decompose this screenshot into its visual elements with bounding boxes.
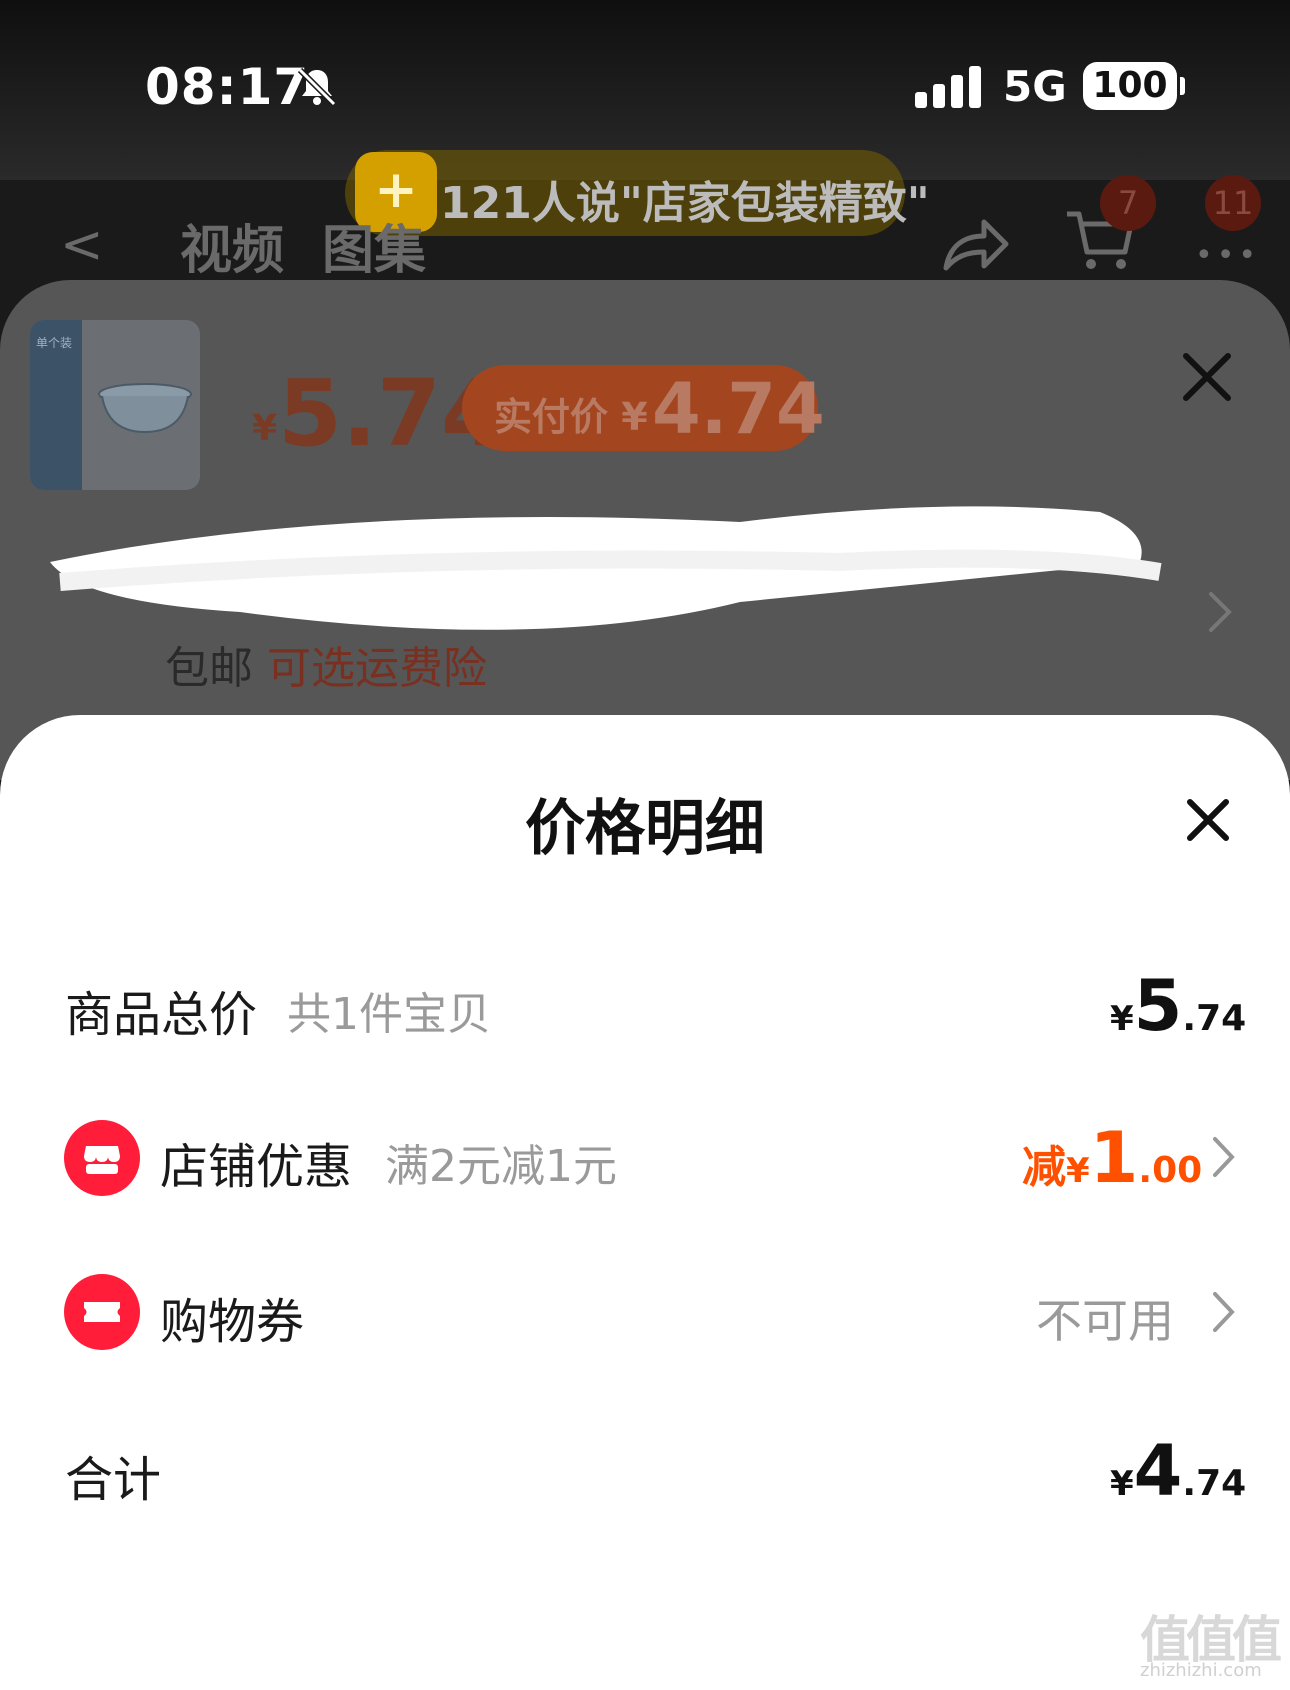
battery-indicator: 100 [1083, 62, 1185, 110]
price-decimal: .74 [1182, 998, 1247, 1039]
mute-bell-icon [297, 67, 337, 107]
price-decimal: .74 [1182, 1463, 1247, 1504]
basin-image-icon [98, 383, 192, 434]
currency-symbol: ¥ [1066, 1151, 1090, 1191]
close-icon[interactable] [1185, 797, 1231, 843]
free-shipping-label: 包邮 [165, 643, 253, 694]
coupon-label: 购物券 [160, 1294, 305, 1350]
actual-pay-label: 实付价 ¥ [494, 395, 648, 439]
thumbnail-tag: 单个装 [36, 336, 73, 350]
price-decimal: .00 [1138, 1150, 1203, 1191]
status-time: 08:17 [145, 58, 310, 116]
promo-text: 121人说"店家包装精致" [440, 178, 930, 229]
currency-symbol: ¥ [1110, 999, 1134, 1039]
storefront-icon [84, 1146, 120, 1174]
cart-badge: 7 [1100, 175, 1156, 231]
coupon-status[interactable]: 不可用 [1036, 1285, 1174, 1351]
sheet-title: 价格明细 [525, 794, 765, 864]
total-price-label: 商品总价 [65, 987, 258, 1043]
price-integer: 4 [1133, 1430, 1183, 1512]
tab-gallery[interactable]: 图集 [322, 208, 426, 283]
shipping-info: 包邮 可选运费险 [165, 632, 487, 696]
signal-icon [915, 66, 981, 108]
coupon-icon [64, 1274, 140, 1350]
chevron-right-icon[interactable] [1210, 1290, 1236, 1334]
tab-video[interactable]: 视频 [180, 208, 284, 283]
item-count: 共1件宝贝 [287, 989, 491, 1040]
shop-discount-value[interactable]: 减¥1.00 [1022, 1117, 1202, 1199]
price-integer: 5 [1133, 965, 1183, 1047]
thumbnail-strip: 单个装 [30, 320, 82, 490]
shop-discount-label: 店铺优惠 [160, 1139, 353, 1195]
sum-value: ¥4.74 [1110, 1430, 1246, 1512]
price-integer: 1 [1089, 1117, 1139, 1199]
share-icon[interactable] [940, 214, 1010, 274]
shipping-insurance-link[interactable]: 可选运费险 [267, 643, 487, 694]
shop-discount-rule: 满2元减1元 [385, 1141, 617, 1192]
back-icon[interactable]: < [60, 215, 104, 275]
watermark-url: zhizhizhi.com [1140, 1660, 1262, 1681]
discount-prefix: 减 [1022, 1142, 1066, 1193]
shop-discount-icon [64, 1120, 140, 1196]
total-price-value: ¥5.74 [1110, 965, 1246, 1047]
close-icon[interactable] [1180, 350, 1234, 404]
ticket-icon [84, 1302, 120, 1322]
actual-pay-price: 4.74 [652, 368, 825, 450]
sum-label: 合计 [65, 1452, 162, 1508]
network-type: 5G [1003, 62, 1067, 111]
chevron-right-icon[interactable] [1210, 1135, 1236, 1179]
message-badge: 11 [1205, 175, 1261, 231]
chevron-right-icon[interactable] [1205, 590, 1235, 634]
more-icon[interactable]: ••• [1195, 238, 1260, 273]
product-thumbnail[interactable]: 单个装 [30, 320, 200, 490]
currency-symbol: ¥ [1110, 1464, 1134, 1504]
sku-price-currency: ¥ [252, 408, 278, 449]
